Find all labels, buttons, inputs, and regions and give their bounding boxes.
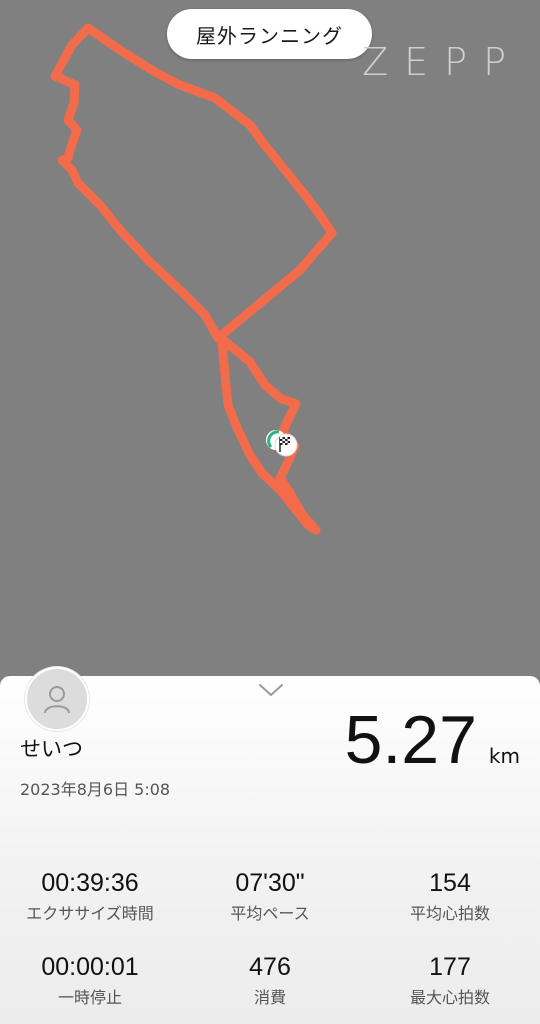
stat-value: 07'30"	[235, 869, 305, 897]
stat-value: 177	[429, 953, 471, 981]
stat-average-pace: 07'30" 平均ペース	[180, 868, 360, 924]
stat-value: 00:00:01	[41, 953, 139, 981]
activity-title: 屋外ランニング	[167, 9, 372, 59]
stat-exercise-time: 00:39:36 エクササイズ時間	[0, 868, 180, 924]
stat-value: 154	[429, 869, 471, 897]
chevron-down-icon[interactable]	[258, 682, 284, 698]
user-name: せいつ	[20, 737, 83, 761]
stat-max-heart-rate: 177 最大心拍数	[360, 952, 540, 1008]
stat-label: 平均心拍数	[409, 904, 490, 923]
brand-logo: ZEPP	[362, 40, 522, 84]
stat-label: 消費	[253, 988, 286, 1007]
workout-screen: 屋外ランニング ZEPP せいつ 2023年8月6日 5:08 5.27 km …	[0, 0, 540, 1024]
checkered-flag-icon	[274, 433, 298, 457]
route-map[interactable]	[0, 0, 540, 700]
stat-label: 平均ペース	[230, 904, 310, 923]
stat-average-heart-rate: 154 平均心拍数	[360, 868, 540, 924]
stat-label: 最大心拍数	[409, 988, 490, 1007]
stat-pause-time: 00:00:01 一時停止	[0, 952, 180, 1008]
distance-unit: km	[488, 744, 520, 768]
stat-value: 476	[249, 953, 291, 981]
workout-datetime: 2023年8月6日 5:08	[20, 780, 171, 799]
stat-label: エクササイズ時間	[26, 904, 154, 923]
distance-value: 5.27	[344, 702, 477, 778]
stat-label: 一時停止	[57, 988, 122, 1007]
stat-value: 00:39:36	[41, 869, 139, 897]
stat-calories: 476 消費	[180, 952, 360, 1008]
person-icon	[44, 686, 70, 714]
avatar[interactable]	[25, 667, 89, 731]
total-distance: 5.27 km	[345, 700, 520, 780]
